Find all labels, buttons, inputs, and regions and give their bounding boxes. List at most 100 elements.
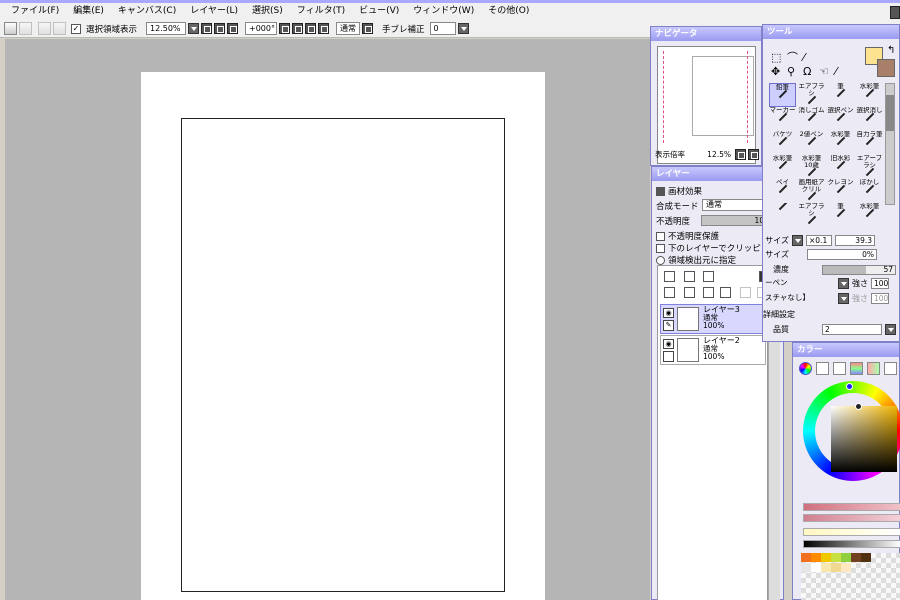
merge-down-icon[interactable] (684, 287, 695, 298)
menu-window[interactable]: ウィンドウ(W) (406, 3, 481, 20)
texture-select[interactable]: スチャなし】 (763, 293, 835, 304)
expand-icon[interactable] (656, 186, 665, 196)
brush-tool[interactable] (769, 203, 796, 227)
flip-icon[interactable] (318, 23, 330, 34)
brush-tool[interactable]: エアーブラシ (856, 155, 883, 179)
brush-tool[interactable]: 水彩筆 (769, 155, 796, 179)
undo-icon[interactable] (4, 22, 17, 35)
menu-edit[interactable]: 編集(E) (66, 3, 111, 20)
palette-swatch[interactable] (811, 563, 821, 572)
menu-filter[interactable]: フィルタ(T) (290, 3, 352, 20)
preserve-opacity-checkbox[interactable] (656, 231, 665, 241)
rect-select-icon[interactable]: ⬚ (771, 52, 781, 63)
clear-layer-icon[interactable] (703, 287, 714, 298)
palette-swatch[interactable] (831, 553, 841, 562)
rotation-field[interactable]: +000° (245, 22, 278, 35)
palette-swatch[interactable] (831, 563, 841, 572)
advanced-settings-row[interactable]: 詳細設定 (763, 309, 900, 320)
hsv-slider-tab-icon[interactable] (833, 362, 846, 375)
clip-lower-row[interactable]: 下のレイヤーでクリッピング (656, 242, 778, 254)
color-wheel-tab-icon[interactable] (799, 362, 812, 375)
brush-tool[interactable]: ペイ (769, 179, 796, 203)
deselect-icon[interactable] (38, 22, 51, 35)
visibility-eye-icon[interactable]: ◉ (663, 339, 674, 349)
redo-icon[interactable] (19, 22, 32, 35)
new-linework-layer-icon[interactable] (684, 271, 695, 282)
navigator-zoom-in-icon[interactable] (748, 149, 759, 160)
rgb-slider-tab-icon[interactable] (816, 362, 829, 375)
texture-dropdown-icon[interactable] (838, 293, 849, 304)
zoom-dropdown-icon[interactable] (188, 23, 200, 34)
tool-panel-title[interactable]: ツール (763, 25, 899, 39)
stabilizer-field[interactable]: 0 (429, 22, 456, 35)
stabilizer-dropdown-icon[interactable] (457, 23, 469, 34)
edit-toggle-icon[interactable] (663, 351, 674, 362)
swap-colors-icon[interactable]: ↰ (887, 45, 895, 56)
menu-layer[interactable]: レイヤー(L) (183, 3, 245, 20)
menu-select[interactable]: 選択(S) (245, 3, 290, 20)
copy-disabled-icon[interactable] (740, 287, 751, 298)
invert-selection-icon[interactable] (53, 22, 66, 35)
preserve-opacity-row[interactable]: 不透明度保護 (656, 230, 719, 242)
zoom-reset-icon[interactable] (227, 23, 239, 34)
transfer-down-icon[interactable] (664, 287, 675, 298)
palette-swatch[interactable] (821, 563, 831, 572)
density-slider[interactable]: 57 (822, 264, 896, 275)
paper-effect-row[interactable]: 画材効果 (656, 185, 702, 197)
red-slider[interactable] (803, 503, 900, 511)
green-slider[interactable] (803, 514, 900, 522)
palette-swatch[interactable] (841, 563, 851, 572)
canvas-area[interactable] (5, 39, 650, 600)
brush-tool[interactable]: 水彩筆 (856, 203, 883, 227)
rotate-right-icon[interactable] (292, 23, 304, 34)
brush-tool[interactable]: 水彩筆 (856, 83, 883, 107)
palette-swatch[interactable] (841, 553, 851, 562)
brush-tool[interactable]: 筆 (827, 203, 854, 227)
brush-tool[interactable]: エアブラシ (798, 203, 825, 227)
hue-picker-marker[interactable] (846, 383, 853, 390)
magic-wand-icon[interactable]: ⁄ (803, 52, 805, 63)
hand-icon[interactable]: ☜ (819, 66, 829, 77)
zoom-field[interactable]: 12.50% (146, 22, 187, 35)
size-multiplier-dropdown-icon[interactable] (792, 235, 803, 246)
blend-mode-field[interactable]: 通常 (336, 22, 361, 35)
palette-swatch[interactable] (851, 553, 861, 562)
secondary-color-swatch[interactable] (877, 59, 895, 77)
brush-tool[interactable]: 消しゴム (798, 107, 825, 131)
min-size-field[interactable]: 0% (807, 249, 877, 260)
visibility-eye-icon[interactable]: ◉ (663, 308, 674, 318)
menu-canvas[interactable]: キャンバス(C) (111, 3, 183, 20)
brush-shape-dropdown-icon[interactable] (838, 278, 849, 289)
palette-swatch[interactable] (801, 553, 811, 562)
brush-tool[interactable]: 選択消し (856, 107, 883, 131)
menu-view[interactable]: ビュー(V) (352, 3, 406, 20)
palette-swatch[interactable] (811, 553, 821, 562)
brush-tool[interactable]: 旧水彩 (827, 155, 854, 179)
alpha-slider[interactable] (803, 540, 900, 548)
palette-swatch[interactable] (801, 563, 811, 572)
delete-layer-icon[interactable] (720, 287, 731, 298)
brush-tool[interactable]: バケツ (769, 131, 796, 155)
selection-source-radio[interactable] (656, 255, 665, 265)
palette-swatch[interactable] (861, 553, 871, 562)
saturation-value-square[interactable] (831, 406, 897, 472)
texture-strength-field[interactable]: 100 (871, 293, 889, 304)
zoom-in-icon[interactable] (214, 23, 226, 34)
clip-lower-checkbox[interactable] (656, 243, 665, 253)
mixer-tab-icon[interactable] (867, 362, 880, 375)
swatches-tab-icon[interactable] (850, 362, 863, 375)
brush-size-field[interactable]: 39.3 (835, 235, 875, 246)
canvas-paper[interactable] (141, 72, 545, 600)
quality-select[interactable]: 2 (822, 324, 882, 335)
sv-picker-marker[interactable] (855, 403, 862, 410)
show-selection-checkbox[interactable]: ✓ (71, 23, 81, 34)
brush-strength-field[interactable]: 100 (871, 278, 889, 289)
palette-swatch[interactable] (821, 553, 831, 562)
scratchpad-tab-icon[interactable] (884, 362, 897, 375)
brush-tool[interactable]: エアブラシ (798, 83, 825, 107)
move-icon[interactable]: ✥ (771, 66, 780, 77)
layer-row[interactable]: ◉ レイヤー2 通常 100% (660, 335, 766, 365)
lasso-icon[interactable]: ⌒ (787, 52, 798, 63)
new-layer-icon[interactable] (664, 271, 675, 282)
rotate-reset-icon[interactable] (305, 23, 317, 34)
